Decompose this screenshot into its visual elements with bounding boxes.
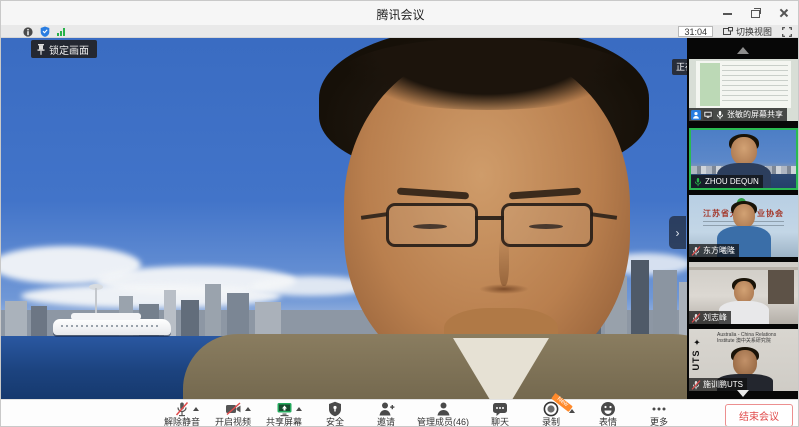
pinned-view-label: 锁定画面: [31, 40, 97, 58]
security-icon: [328, 401, 342, 417]
mic-on-icon: [715, 110, 725, 120]
window-title: 腾讯会议: [1, 6, 799, 23]
invite-icon: [378, 401, 395, 417]
switch-view-icon: [723, 27, 733, 36]
invite-button[interactable]: 邀请: [366, 401, 406, 427]
uts-vertical-text: UTS ✦: [691, 335, 701, 371]
screen-share-icon: [703, 110, 713, 120]
emoji-button[interactable]: 表情: [588, 401, 628, 427]
unmute-button[interactable]: 解除静音: [162, 401, 202, 427]
thumbnail-uts[interactable]: UTS ✦ Australia - China Relations Instit…: [689, 329, 798, 391]
security-button[interactable]: 安全: [315, 401, 355, 427]
title-bar: 腾讯会议: [1, 1, 799, 25]
close-button[interactable]: [778, 7, 790, 19]
chat-button[interactable]: 聊天: [480, 401, 520, 427]
pin-icon: [37, 44, 45, 55]
cruise-ship: [53, 319, 171, 335]
end-meeting-button[interactable]: 结束会议: [725, 404, 793, 427]
thumbnail-zhou-dequn[interactable]: ZHOU DEQUN: [689, 128, 798, 190]
share-options-caret[interactable]: [296, 407, 302, 411]
participant-name: 刘志峰: [703, 311, 727, 324]
meeting-status-strip: 31:04 切换视图: [1, 25, 799, 38]
members-icon: [436, 401, 451, 417]
manage-members-button[interactable]: 管理成员(46): [417, 401, 469, 427]
share-screen-icon: [276, 401, 293, 417]
scroll-down-icon[interactable]: [737, 390, 749, 397]
thumbnail-liuzhifeng[interactable]: 刘志峰: [689, 262, 798, 324]
more-icon: [650, 401, 668, 417]
security-shield-icon[interactable]: [40, 26, 50, 37]
mic-active-icon: [693, 177, 703, 187]
record-button[interactable]: New 录制: [531, 401, 571, 427]
glasses: [386, 203, 478, 247]
mic-options-caret[interactable]: [193, 407, 199, 411]
switch-view-button[interactable]: 切换视图: [723, 25, 772, 38]
mic-muted-icon: [174, 401, 190, 417]
participant-name: 东方曦隆: [703, 244, 735, 257]
minimize-button[interactable]: [722, 7, 734, 19]
mic-muted-icon: [691, 313, 701, 323]
thumbnail-dongfang[interactable]: 江苏省光伏产业协会 东方曦隆: [689, 195, 798, 257]
participants-sidebar: 张敏的屏幕共享 ZHOU DEQUN 江苏省光伏产业协会 东方曦隆: [687, 38, 799, 399]
video-options-caret[interactable]: [245, 407, 251, 411]
more-button[interactable]: 更多: [639, 401, 679, 427]
participant-name: 张敏的屏幕共享: [727, 108, 783, 121]
camera-muted-icon: [225, 401, 242, 417]
scroll-up-icon[interactable]: [737, 47, 749, 54]
mic-muted-icon: [691, 246, 701, 256]
share-screen-button[interactable]: 共享屏幕: [264, 401, 304, 427]
start-video-button[interactable]: 开启视频: [213, 401, 253, 427]
restore-button[interactable]: [750, 7, 762, 19]
chat-icon: [492, 401, 508, 417]
bottom-toolbar: 解除静音 开启视频 共享屏幕 安全: [1, 399, 799, 427]
thumbnail-screen-share[interactable]: 张敏的屏幕共享: [689, 59, 798, 121]
fullscreen-icon[interactable]: [782, 27, 792, 37]
meeting-info-icon[interactable]: [23, 27, 33, 37]
meeting-timer: 31:04: [678, 26, 713, 37]
presenter-icon: [691, 110, 701, 120]
tencent-meeting-window: 腾讯会议 31:04 切换视图: [0, 0, 799, 427]
participant-name: ZHOU DEQUN: [705, 175, 759, 188]
emoji-icon: [600, 401, 616, 417]
sidebar-collapse-handle[interactable]: ›: [669, 216, 686, 249]
main-video-stage[interactable]: 锁定画面 正在讲话: ZHOU DEQUN; Lu... ›: [1, 38, 799, 399]
record-options-caret[interactable]: [569, 409, 575, 413]
network-signal-icon[interactable]: [57, 28, 65, 36]
mic-muted-icon: [691, 380, 701, 390]
acri-overlay-text: Australia - China Relations Institute 澳中…: [717, 332, 795, 344]
